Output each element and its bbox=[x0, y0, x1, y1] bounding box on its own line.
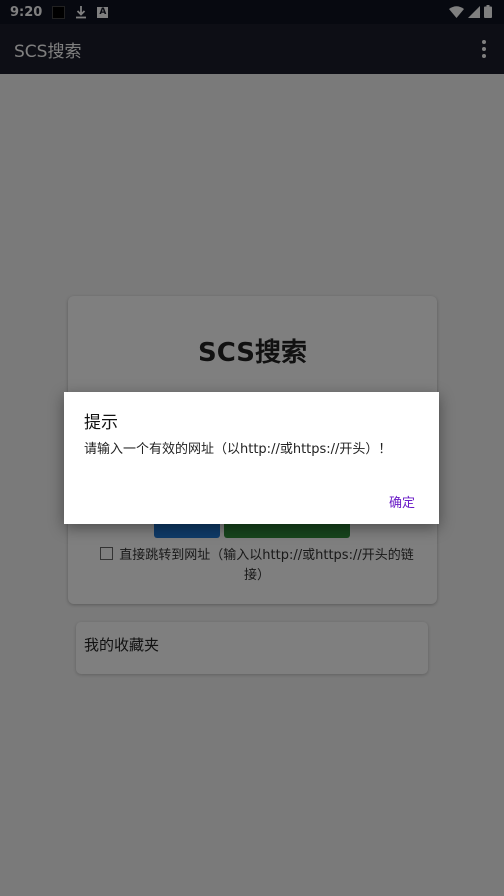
screen: 9:20 A SCS搜索 SCS搜索 直 bbox=[0, 0, 504, 896]
alert-dialog: 提示 请输入一个有效的网址（以http://或https://开头）！ 确定 bbox=[64, 392, 439, 524]
dialog-title: 提示 bbox=[84, 413, 118, 433]
dialog-ok-button[interactable]: 确定 bbox=[389, 492, 415, 511]
dialog-message: 请输入一个有效的网址（以http://或https://开头）！ bbox=[84, 442, 392, 457]
